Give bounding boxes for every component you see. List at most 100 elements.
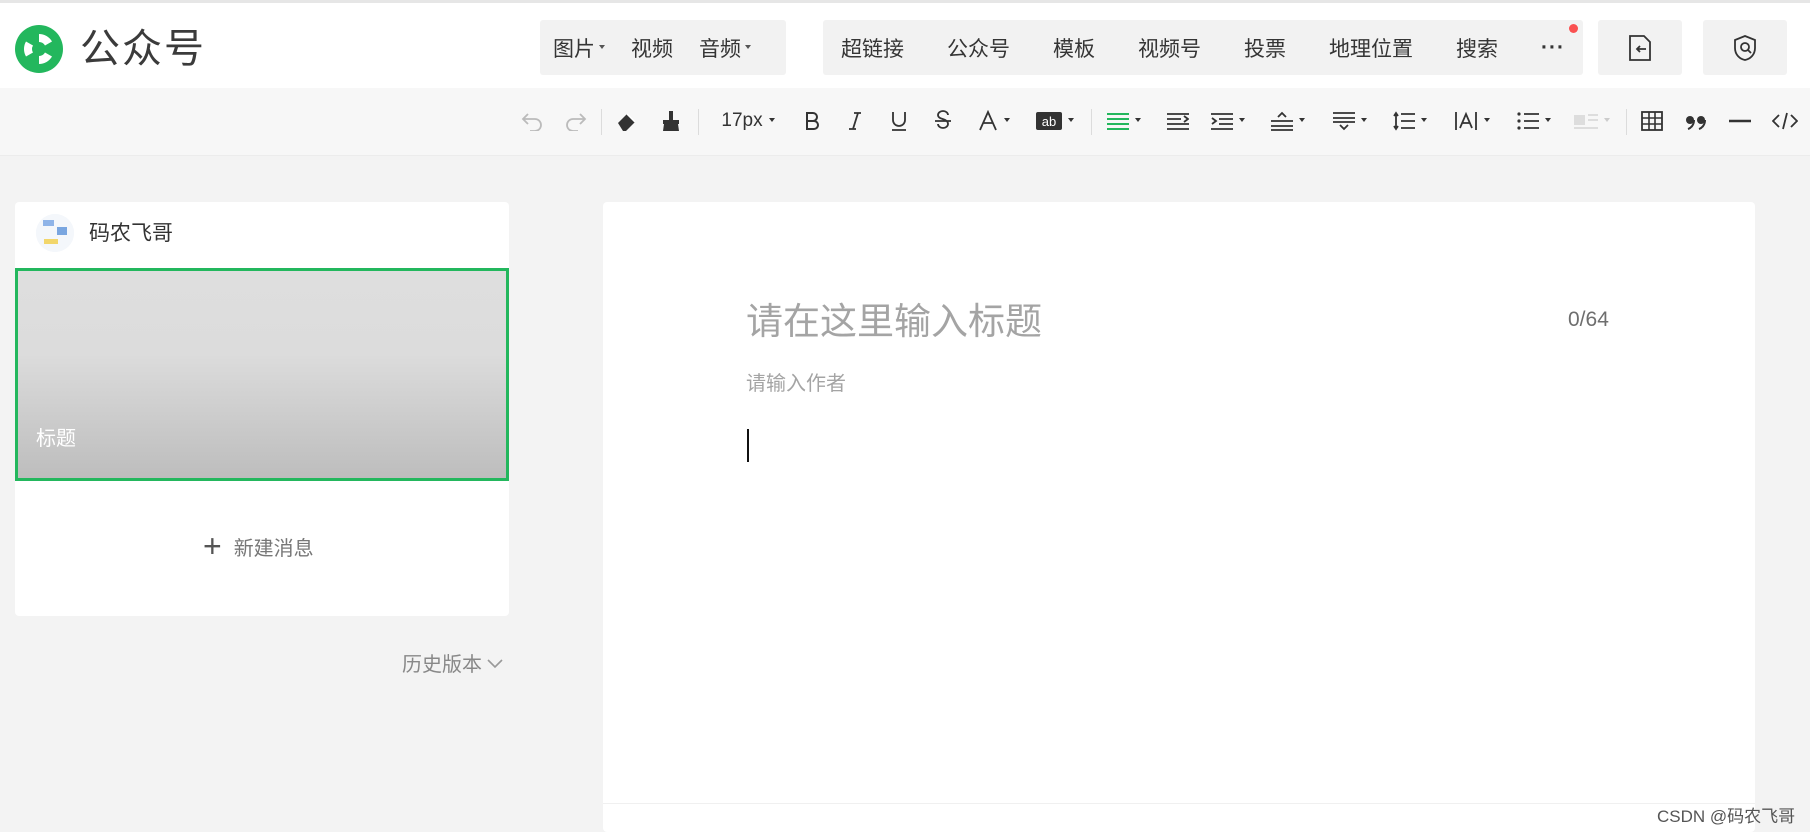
italic-button[interactable] bbox=[841, 100, 869, 142]
insert-menu: 超链接 公众号 模板 视频号 投票 地理位置 搜索 ··· bbox=[823, 20, 1583, 75]
float-button[interactable] bbox=[1570, 100, 1614, 142]
insert-table-button[interactable] bbox=[1637, 100, 1667, 142]
menu-image[interactable]: 图片 bbox=[553, 33, 605, 63]
font-color-icon bbox=[979, 110, 997, 131]
more-icon[interactable]: ··· bbox=[1541, 36, 1565, 60]
plus-icon: + bbox=[203, 528, 222, 564]
bold-button[interactable] bbox=[798, 100, 826, 142]
app-title: 公众号 bbox=[80, 27, 206, 71]
redo-button[interactable] bbox=[560, 100, 590, 142]
chevron-down-icon bbox=[599, 44, 605, 49]
toolbar-divider bbox=[1626, 109, 1627, 135]
cover-title: 标题 bbox=[36, 428, 76, 450]
code-icon bbox=[1772, 112, 1798, 130]
menu-video-label: 视频 bbox=[631, 37, 673, 61]
article-cover-card[interactable] bbox=[15, 268, 509, 481]
redo-icon bbox=[566, 113, 587, 131]
chevron-down-icon bbox=[1239, 118, 1245, 122]
title-char-counter: 0/64 bbox=[1568, 308, 1609, 331]
spacing-bottom-icon bbox=[1333, 112, 1355, 131]
line-height-button[interactable] bbox=[1388, 100, 1432, 142]
strikethrough-button[interactable] bbox=[929, 100, 957, 142]
align-button[interactable] bbox=[1104, 100, 1144, 142]
chevron-down-icon bbox=[1135, 118, 1141, 122]
menu-image-label: 图片 bbox=[553, 37, 595, 61]
avatar bbox=[36, 214, 74, 252]
background-color-button[interactable]: ab bbox=[1032, 100, 1078, 142]
chevron-down-icon bbox=[745, 44, 751, 49]
author-input[interactable] bbox=[746, 369, 1246, 399]
source-code-button[interactable] bbox=[1768, 100, 1802, 142]
title-input[interactable] bbox=[746, 298, 1506, 346]
import-document-button[interactable] bbox=[1598, 20, 1682, 75]
float-left-icon bbox=[1574, 114, 1598, 129]
toolbar-divider bbox=[1091, 109, 1092, 135]
divider-icon bbox=[1729, 119, 1751, 123]
indent-icon bbox=[1167, 113, 1189, 130]
editor-divider bbox=[603, 803, 1755, 804]
paragraph-spacing-bottom-button[interactable] bbox=[1328, 100, 1372, 142]
security-button[interactable] bbox=[1703, 20, 1787, 75]
chevron-down-icon bbox=[1421, 118, 1427, 122]
bold-icon bbox=[806, 112, 819, 130]
font-size-value: 17px bbox=[721, 110, 763, 131]
paragraph-spacing-top-button[interactable] bbox=[1266, 100, 1310, 142]
underline-button[interactable] bbox=[885, 100, 913, 142]
menu-audio-label: 音频 bbox=[699, 37, 741, 61]
toolbar-divider bbox=[601, 109, 602, 135]
toolbar-divider bbox=[698, 109, 699, 135]
menu-audio[interactable]: 音频 bbox=[699, 33, 751, 63]
chevron-down-icon bbox=[1484, 118, 1490, 122]
chevron-down-icon bbox=[1604, 118, 1610, 122]
font-color-button[interactable] bbox=[972, 100, 1016, 142]
strikethrough-icon bbox=[935, 110, 951, 129]
menu-vote[interactable]: 投票 bbox=[1244, 33, 1286, 63]
indent-icon bbox=[1211, 113, 1233, 130]
menu-template[interactable]: 模板 bbox=[1053, 33, 1095, 63]
new-message-label: 新建消息 bbox=[233, 537, 314, 560]
chevron-down-icon bbox=[1004, 118, 1010, 122]
undo-icon bbox=[521, 113, 542, 131]
list-button[interactable] bbox=[1512, 100, 1556, 142]
chevron-down-icon bbox=[1545, 118, 1551, 122]
bulleted-list-icon bbox=[1517, 112, 1539, 130]
blockquote-button[interactable] bbox=[1681, 100, 1711, 142]
format-painter-button[interactable] bbox=[655, 100, 687, 142]
table-icon bbox=[1641, 111, 1663, 131]
menu-hyperlink[interactable]: 超链接 bbox=[841, 33, 904, 63]
menu-channels[interactable]: 视频号 bbox=[1138, 33, 1201, 63]
spacing-top-icon bbox=[1271, 111, 1293, 131]
new-message-button[interactable]: + 新建消息 bbox=[203, 530, 314, 562]
notification-dot bbox=[1569, 24, 1578, 33]
menu-official-account[interactable]: 公众号 bbox=[947, 33, 1010, 63]
svg-text:ab: ab bbox=[1042, 114, 1056, 129]
account-name: 码农飞哥 bbox=[89, 222, 173, 245]
chevron-down-icon bbox=[1299, 118, 1305, 122]
undo-button[interactable] bbox=[518, 100, 548, 142]
wechat-logo-icon bbox=[15, 25, 63, 73]
chevron-down-icon bbox=[487, 658, 503, 668]
history-versions-button[interactable]: 历史版本 bbox=[402, 648, 504, 677]
chevron-down-icon bbox=[768, 118, 775, 122]
clear-format-button[interactable] bbox=[612, 100, 644, 142]
menu-location[interactable]: 地理位置 bbox=[1329, 33, 1413, 63]
format-painter-icon bbox=[663, 111, 679, 131]
indent-button[interactable] bbox=[1206, 100, 1250, 142]
text-cursor[interactable] bbox=[747, 429, 749, 462]
chevron-down-icon bbox=[1361, 118, 1367, 122]
underline-icon bbox=[892, 112, 906, 131]
menu-search[interactable]: 搜索 bbox=[1456, 33, 1498, 63]
avatar-image-icon bbox=[36, 214, 74, 252]
editor-panel bbox=[603, 202, 1755, 832]
first-line-indent-button[interactable] bbox=[1164, 100, 1192, 142]
font-size-select[interactable]: 17px bbox=[712, 100, 784, 142]
horizontal-rule-button[interactable] bbox=[1725, 100, 1755, 142]
media-menu: 图片 视频 音频 bbox=[540, 20, 786, 75]
watermark: CSDN @码农飞哥 bbox=[1657, 807, 1796, 826]
highlight-icon: ab bbox=[1036, 112, 1062, 130]
history-label: 历史版本 bbox=[402, 654, 482, 676]
document-import-icon bbox=[1629, 34, 1651, 61]
italic-icon bbox=[849, 112, 861, 130]
letter-spacing-button[interactable] bbox=[1450, 100, 1494, 142]
menu-video[interactable]: 视频 bbox=[631, 33, 673, 63]
